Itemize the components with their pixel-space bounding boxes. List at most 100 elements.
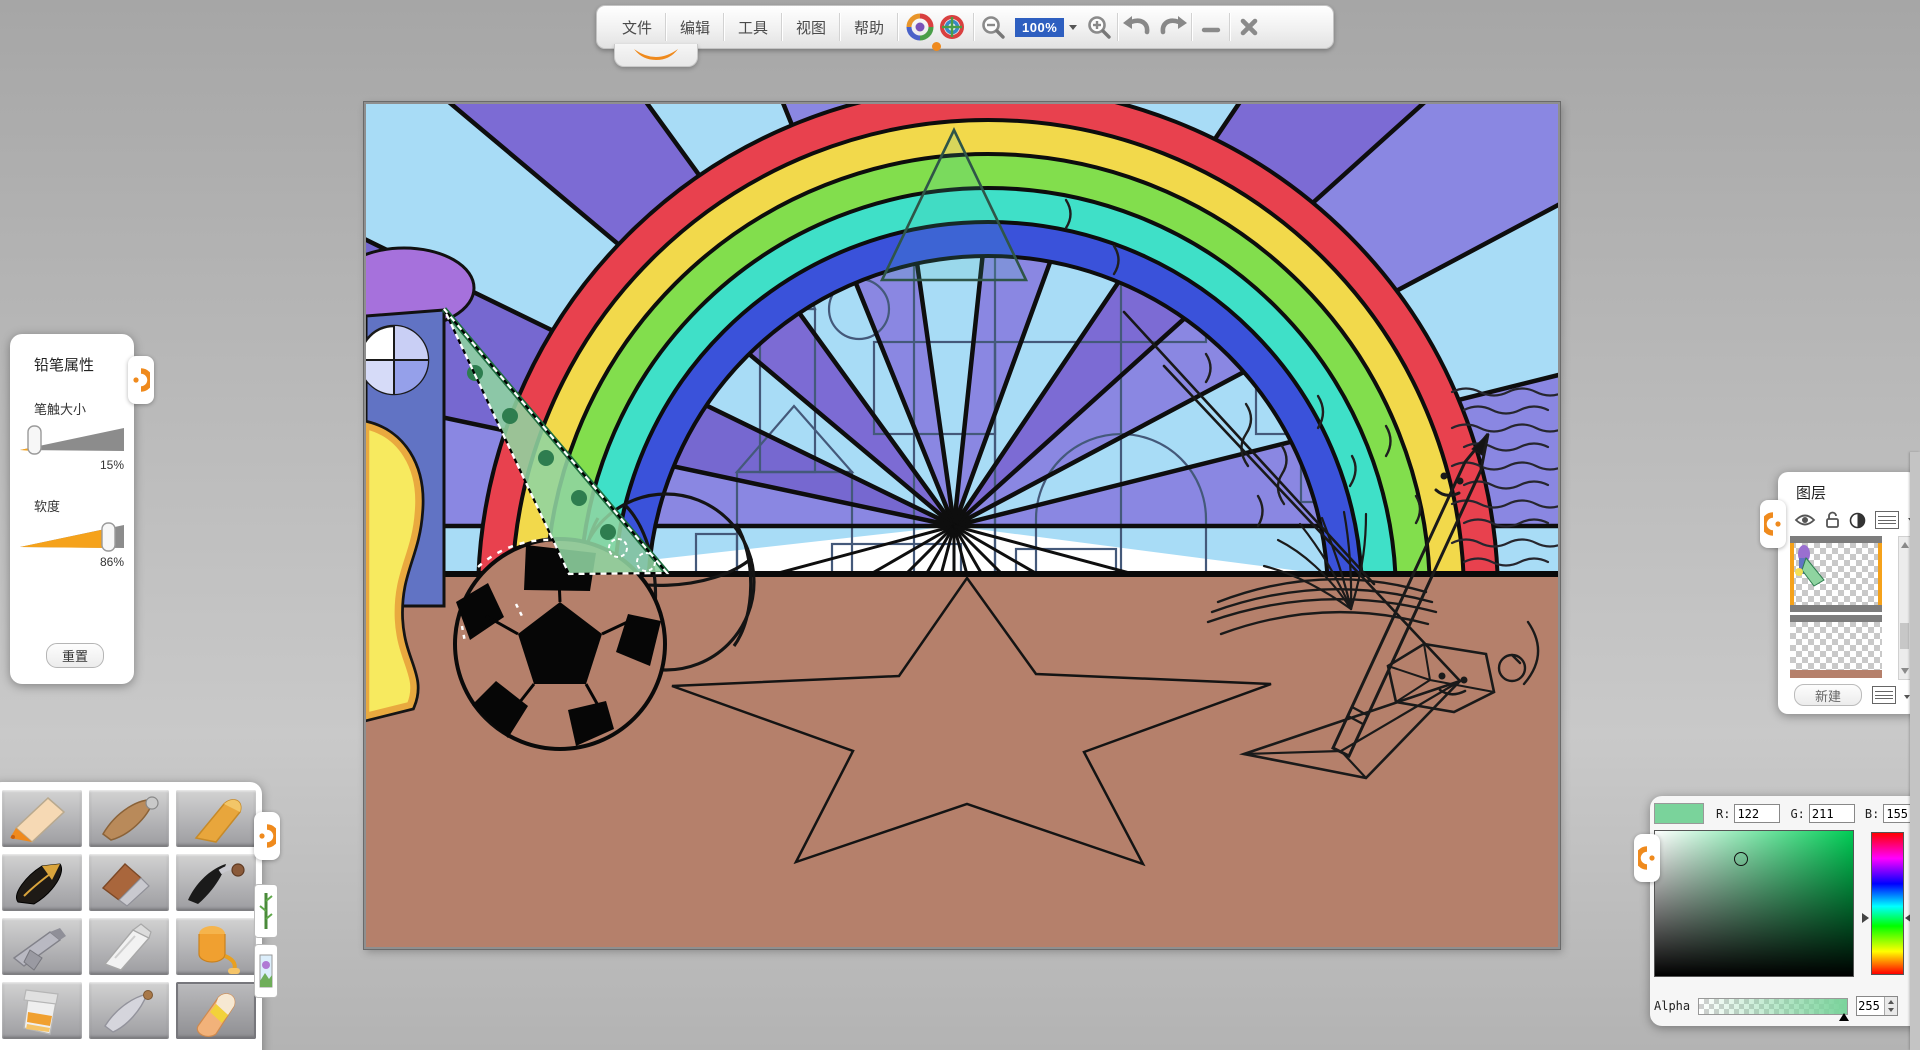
paint-jar-icon bbox=[2, 982, 82, 1039]
fountain-pen-icon bbox=[2, 854, 82, 911]
green-input[interactable] bbox=[1809, 804, 1855, 823]
tool-palette-panel bbox=[0, 782, 262, 1050]
tool-fountain-pen[interactable] bbox=[2, 854, 82, 911]
menu-edit[interactable]: 编辑 bbox=[667, 17, 723, 38]
menu-view[interactable]: 视图 bbox=[783, 17, 839, 38]
brush-size-value: 15% bbox=[10, 458, 124, 472]
tool-wooden-pencil[interactable] bbox=[89, 790, 169, 847]
canvas-artwork bbox=[366, 104, 1558, 947]
zoom-level-value[interactable]: 100% bbox=[1015, 18, 1064, 37]
alpha-spinner bbox=[1856, 996, 1898, 1016]
unlock-icon[interactable] bbox=[1825, 511, 1840, 529]
tool-crayon[interactable] bbox=[176, 790, 256, 847]
minimize-button[interactable] bbox=[1193, 11, 1229, 43]
softness-value: 86% bbox=[10, 555, 124, 569]
layers-options-icon[interactable] bbox=[1872, 686, 1896, 704]
scrollbar-thumb[interactable] bbox=[1900, 623, 1909, 649]
layers-panel-handle[interactable] bbox=[1760, 500, 1786, 548]
scroll-up-icon[interactable] bbox=[1901, 542, 1909, 548]
clown-mouth-tab[interactable] bbox=[614, 44, 698, 67]
paint-roller-icon bbox=[176, 918, 256, 975]
docked-panel-edge bbox=[1910, 452, 1920, 1050]
layer-1-thumbnail[interactable] bbox=[1790, 536, 1882, 612]
eraser-icon bbox=[176, 982, 256, 1039]
reset-button[interactable]: 重置 bbox=[46, 643, 104, 668]
close-button[interactable] bbox=[1231, 11, 1267, 43]
hue-marker-left-icon[interactable] bbox=[1862, 913, 1869, 923]
zoom-dropdown-caret-icon[interactable] bbox=[1069, 25, 1077, 30]
red-label: R: bbox=[1716, 807, 1730, 821]
app-window: 文件 编辑 工具 视图 帮助 bbox=[0, 0, 1920, 1050]
layer-1-sketch bbox=[1794, 544, 1834, 588]
orange-hook-icon bbox=[1638, 846, 1656, 870]
alpha-down-icon[interactable] bbox=[1888, 1008, 1894, 1012]
blend-half-circle-icon[interactable] bbox=[1849, 512, 1866, 529]
zoom-in-button[interactable] bbox=[1081, 11, 1117, 43]
tool-grid bbox=[0, 782, 262, 1039]
layers-panel: 图层 bbox=[1778, 472, 1918, 714]
flat-brush-icon bbox=[89, 854, 169, 911]
main-toolbar: 文件 编辑 工具 视图 帮助 bbox=[596, 5, 1334, 49]
color-picker-panel: R: G: B: Alpha bbox=[1650, 796, 1920, 1026]
alpha-marker-icon[interactable] bbox=[1839, 1013, 1849, 1021]
clown-nose-icon bbox=[932, 42, 941, 51]
brush-size-label: 笔触大小 bbox=[34, 399, 134, 418]
current-color-swatch bbox=[1654, 803, 1704, 824]
ink-brush-icon bbox=[176, 854, 256, 911]
clown-mouth-icon bbox=[628, 47, 684, 63]
paint-tube-icon bbox=[89, 918, 169, 975]
clown-eye-left-icon bbox=[906, 13, 934, 41]
drawing-canvas[interactable] bbox=[364, 102, 1560, 949]
color-cursor[interactable] bbox=[1734, 852, 1748, 866]
airbrush-icon bbox=[2, 918, 82, 975]
tool-paint-tube[interactable] bbox=[89, 918, 169, 975]
blue-label: B: bbox=[1865, 807, 1879, 821]
alpha-input[interactable] bbox=[1857, 997, 1885, 1015]
layer-menu-icon[interactable] bbox=[1875, 511, 1899, 529]
pencil-properties-panel: 铅笔属性 笔触大小 15% 软度 86% 重置 bbox=[10, 334, 134, 684]
undo-button[interactable] bbox=[1119, 11, 1155, 43]
tool-airbrush[interactable] bbox=[2, 918, 82, 975]
bamboo-brush-icon bbox=[258, 889, 274, 933]
wooden-pencil-icon bbox=[89, 790, 169, 847]
clown-logo-icon[interactable] bbox=[899, 6, 973, 48]
tool-paint-jar[interactable] bbox=[2, 982, 82, 1039]
color-panel-handle[interactable] bbox=[1634, 834, 1660, 882]
tool-palette-knife[interactable] bbox=[89, 982, 169, 1039]
tool-eraser[interactable] bbox=[176, 982, 256, 1039]
alpha-label: Alpha bbox=[1654, 999, 1690, 1013]
tool-paint-roller[interactable] bbox=[176, 918, 256, 975]
saturation-value-field[interactable] bbox=[1654, 830, 1854, 977]
tool-ink-brush[interactable] bbox=[176, 854, 256, 911]
colored-pencil-icon bbox=[2, 790, 82, 847]
visibility-eye-icon[interactable] bbox=[1794, 512, 1816, 528]
menu-tools[interactable]: 工具 bbox=[725, 17, 781, 38]
menu-help[interactable]: 帮助 bbox=[841, 17, 897, 38]
new-layer-button[interactable]: 新建 bbox=[1794, 684, 1862, 706]
crayon-icon bbox=[176, 790, 256, 847]
alpha-bar[interactable] bbox=[1698, 998, 1848, 1015]
alpha-up-icon[interactable] bbox=[1888, 1000, 1894, 1004]
bamboo-style-button[interactable] bbox=[254, 884, 278, 938]
softness-slider[interactable] bbox=[18, 521, 126, 555]
pencil-panel-handle[interactable] bbox=[128, 356, 154, 404]
zoom-level-combo[interactable]: 100% bbox=[1015, 18, 1077, 37]
tool-colored-pencil[interactable] bbox=[2, 790, 82, 847]
pencil-panel-title: 铅笔属性 bbox=[34, 354, 134, 375]
orange-hook-icon bbox=[132, 368, 150, 392]
scroll-down-icon[interactable] bbox=[1901, 668, 1909, 674]
tool-flat-brush[interactable] bbox=[89, 854, 169, 911]
hue-bar[interactable] bbox=[1871, 832, 1904, 975]
menu-file[interactable]: 文件 bbox=[609, 17, 665, 38]
layer-2-thumbnail[interactable] bbox=[1790, 615, 1882, 678]
green-label: G: bbox=[1790, 807, 1804, 821]
clown-eye-right-icon bbox=[938, 13, 966, 41]
picture-style-button[interactable] bbox=[254, 944, 278, 998]
brush-size-slider[interactable] bbox=[18, 424, 126, 458]
redo-button[interactable] bbox=[1155, 11, 1191, 43]
zoom-out-button[interactable] bbox=[975, 11, 1011, 43]
red-input[interactable] bbox=[1734, 804, 1780, 823]
palette-knife-icon bbox=[89, 982, 169, 1039]
tool-palette-handle[interactable] bbox=[254, 812, 280, 860]
orange-hook-icon bbox=[1764, 512, 1782, 536]
